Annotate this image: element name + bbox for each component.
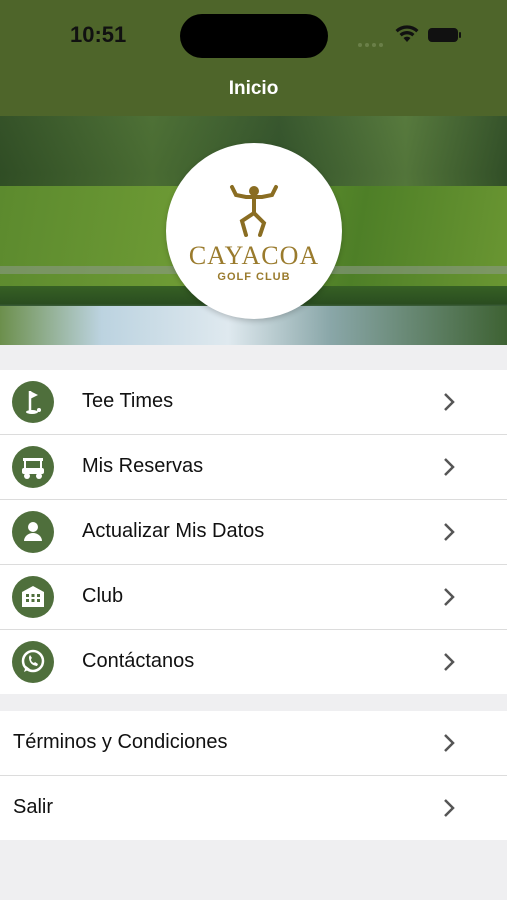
dynamic-island <box>180 14 328 58</box>
wifi-icon <box>395 25 419 42</box>
chevron-right-icon <box>444 458 455 476</box>
battery-icon <box>428 28 461 42</box>
menu-item-actualizar-datos[interactable]: Actualizar Mis Datos <box>0 500 507 565</box>
menu-item-label: Actualizar Mis Datos <box>82 520 265 542</box>
menu-item-salir[interactable]: Salir <box>0 776 507 840</box>
chevron-right-icon <box>444 734 455 752</box>
menu-item-label: Tee Times <box>82 390 174 412</box>
whatsapp-icon <box>12 641 54 683</box>
menu-item-mis-reservas[interactable]: Mis Reservas <box>0 435 507 500</box>
chevron-right-icon <box>444 588 455 606</box>
menu-item-label: Salir <box>13 796 54 818</box>
app-header: 10:51 Inicio <box>0 0 507 116</box>
chevron-right-icon <box>444 799 455 817</box>
menu-item-label: Club <box>82 585 124 607</box>
logo-subtitle: GOLF CLUB <box>217 271 291 283</box>
menu-item-label: Términos y Condiciones <box>13 731 228 753</box>
chevron-right-icon <box>444 523 455 541</box>
menu-item-label: Mis Reservas <box>82 455 204 477</box>
secondary-menu: Términos y Condiciones Salir <box>0 711 507 840</box>
signal-icon <box>358 34 386 52</box>
menu-item-club[interactable]: Club <box>0 565 507 630</box>
menu-item-contactanos[interactable]: Contáctanos <box>0 630 507 694</box>
menu-item-label: Contáctanos <box>82 650 195 672</box>
golf-flag-icon <box>12 381 54 423</box>
status-time: 10:51 <box>70 22 127 47</box>
golf-cart-icon <box>12 446 54 488</box>
logo-figure-icon <box>230 185 278 237</box>
club-logo: CAYACOA GOLF CLUB <box>166 143 342 319</box>
status-icons <box>358 22 468 48</box>
building-icon <box>12 576 54 618</box>
user-icon <box>12 511 54 553</box>
menu-item-tee-times[interactable]: Tee Times <box>0 370 507 435</box>
chevron-right-icon <box>444 393 455 411</box>
logo-name: CAYACOA <box>188 241 320 270</box>
menu-item-terminos[interactable]: Términos y Condiciones <box>0 711 507 776</box>
main-menu: Tee Times Mis Reservas Actualizar Mis Da… <box>0 370 507 694</box>
chevron-right-icon <box>444 653 455 671</box>
page-title: Inicio <box>228 78 279 99</box>
